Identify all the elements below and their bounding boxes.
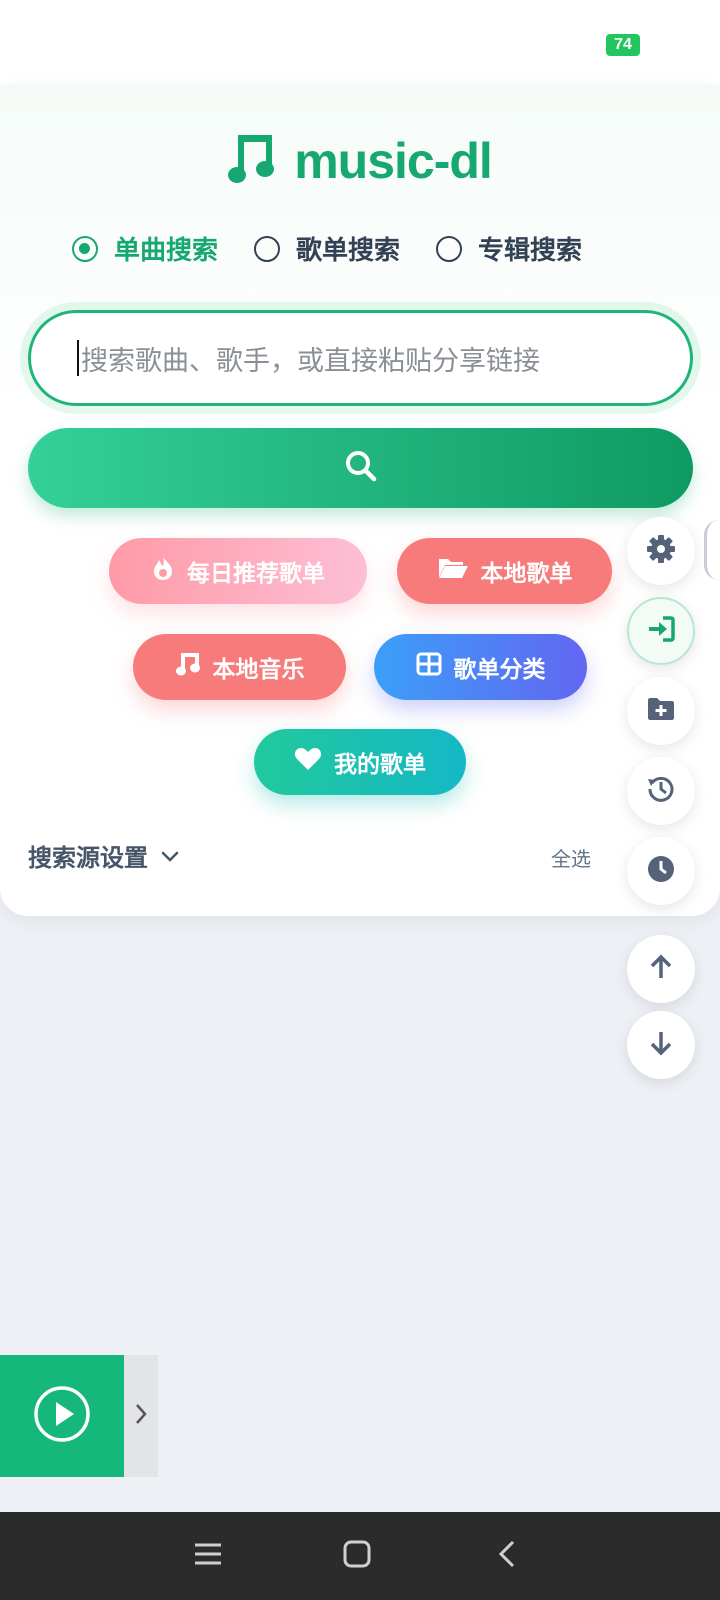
- login-icon: [646, 615, 676, 647]
- radio-playlist[interactable]: 歌单搜索: [254, 230, 400, 267]
- scroll-top-button[interactable]: [627, 935, 695, 1003]
- history-icon: [646, 774, 676, 808]
- search-mode-group: 单曲搜索 歌单搜索 专辑搜索: [72, 230, 582, 267]
- menu-icon: [193, 1541, 223, 1571]
- scroll-bottom-button[interactable]: [627, 1011, 695, 1079]
- chip-label: 歌单分类: [453, 657, 546, 683]
- app-logo: music-dl: [0, 126, 720, 196]
- source-settings-toggle[interactable]: 搜索源设置: [28, 838, 180, 873]
- source-settings-label: 搜索源设置: [28, 844, 148, 872]
- new-playlist-button[interactable]: [627, 677, 695, 745]
- gear-icon: [646, 534, 676, 568]
- my-playlists-button[interactable]: 我的歌单: [254, 729, 466, 795]
- radio-label: 歌单搜索: [296, 236, 401, 266]
- daily-recommend-button[interactable]: 每日推荐歌单: [109, 538, 367, 604]
- search-input[interactable]: 搜索歌曲、歌手，或直接粘贴分享链接: [28, 310, 693, 406]
- chip-label: 每日推荐歌单: [187, 561, 325, 587]
- app-title: music-dl: [294, 133, 493, 189]
- folder-open-icon: [437, 556, 469, 586]
- playlist-categories-button[interactable]: 歌单分类: [374, 634, 587, 700]
- folder-plus-icon: [646, 696, 676, 726]
- arrow-down-icon: [648, 1029, 674, 1061]
- nav-home-button[interactable]: [335, 1534, 379, 1578]
- music-note-logo-icon: [228, 131, 280, 191]
- clock-icon: [646, 854, 676, 888]
- player-expand-tab[interactable]: [124, 1355, 158, 1477]
- play-circle-icon: [33, 1385, 91, 1447]
- search-placeholder: 搜索歌曲、歌手，或直接粘贴分享链接: [81, 345, 540, 377]
- history-button[interactable]: [627, 757, 695, 825]
- grid-icon: [416, 652, 442, 682]
- select-all-button[interactable]: 全选: [551, 843, 591, 872]
- radio-unselected-icon: [254, 235, 281, 262]
- recent-button[interactable]: [627, 837, 695, 905]
- radio-album[interactable]: 专辑搜索: [436, 230, 582, 267]
- search-icon: [344, 449, 378, 487]
- text-cursor: [77, 340, 79, 376]
- nav-back-button[interactable]: [485, 1534, 529, 1578]
- music-note-icon: [175, 651, 201, 683]
- chip-label: 我的歌单: [334, 752, 426, 778]
- battery-indicator: 74: [606, 34, 640, 56]
- heart-icon: [294, 747, 322, 777]
- radio-label: 专辑搜索: [478, 236, 583, 266]
- radio-selected-icon: [72, 235, 98, 262]
- radio-single-song[interactable]: 单曲搜索: [72, 230, 218, 267]
- nav-menu-button[interactable]: [186, 1534, 230, 1578]
- login-button[interactable]: [627, 597, 695, 665]
- chevron-down-icon: [160, 842, 180, 870]
- back-icon: [497, 1539, 517, 1573]
- system-nav-bar: [0, 1512, 720, 1600]
- arrow-up-icon: [648, 953, 674, 985]
- radio-label: 单曲搜索: [114, 236, 219, 266]
- home-square-icon: [343, 1540, 371, 1572]
- local-playlists-button[interactable]: 本地歌单: [397, 538, 612, 604]
- drawer-handle[interactable]: [704, 520, 719, 580]
- chip-label: 本地歌单: [480, 561, 573, 587]
- mini-player-play-button[interactable]: [0, 1355, 124, 1477]
- radio-unselected-icon: [436, 235, 463, 262]
- chevron-right-icon: [134, 1402, 148, 1430]
- fire-icon: [151, 555, 175, 587]
- local-music-button[interactable]: 本地音乐: [133, 634, 346, 700]
- search-button[interactable]: [28, 428, 693, 508]
- chip-label: 本地音乐: [212, 657, 305, 683]
- settings-button[interactable]: [627, 517, 695, 585]
- status-bar: 74: [0, 0, 720, 84]
